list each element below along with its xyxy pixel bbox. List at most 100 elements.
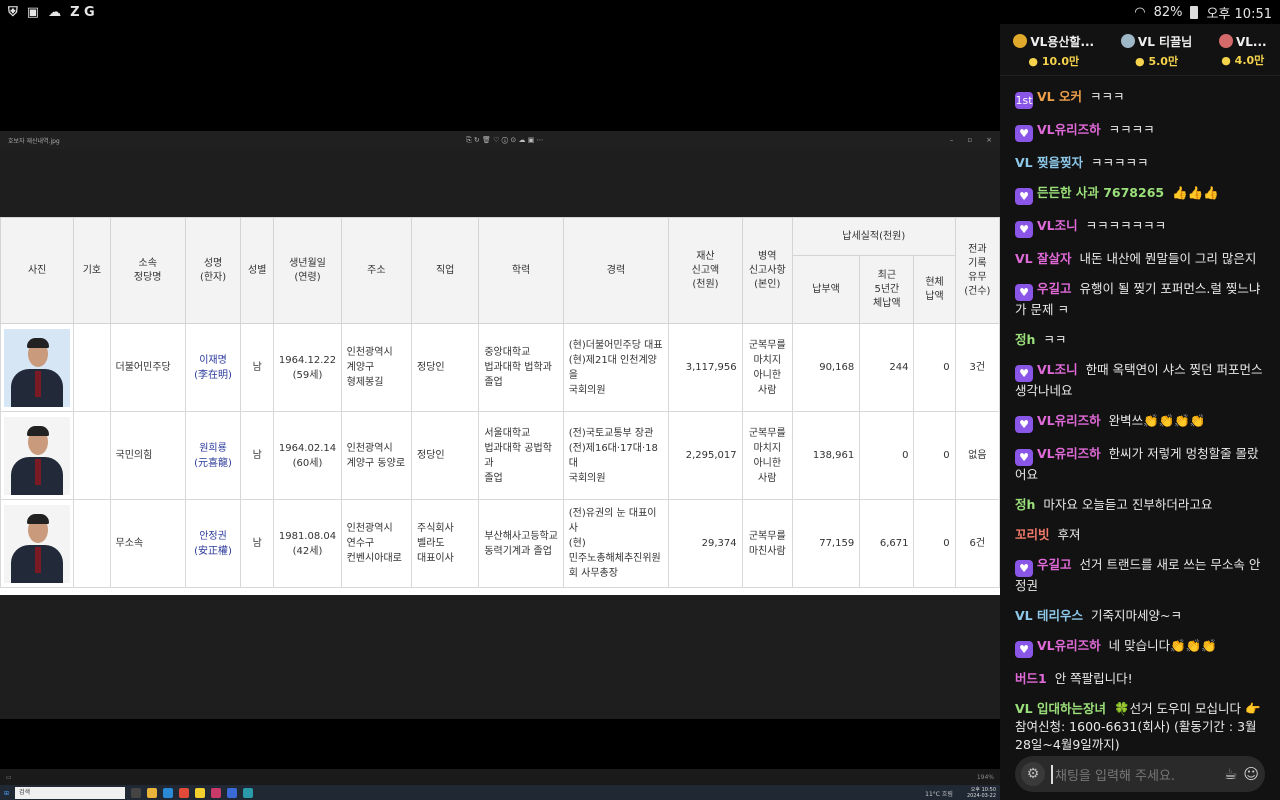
cell-job: 정당인 bbox=[410, 323, 480, 412]
chat-message: ♥ VL조니 ㅋㅋㅋㅋㅋㅋㅋ bbox=[1015, 217, 1265, 238]
chat-message: 버드1 안 쪽팔립니다! bbox=[1015, 670, 1265, 688]
maximize-icon[interactable]: ▫ bbox=[967, 136, 972, 144]
chat-username[interactable]: VL 테리우스 bbox=[1015, 608, 1083, 623]
chat-message: ♥ VL유리즈하 한씨가 저렇게 멍청할줄 몰랐어요 bbox=[1015, 445, 1265, 484]
chat-message: 정h 마자요 오늘듣고 진부하더라고요 bbox=[1015, 496, 1265, 514]
chat-input-bar: ⚙ 채팅을 입력해 주세요. ☕ ☺ bbox=[1015, 756, 1265, 792]
chat-messages: 1st VL 오커 ㅋㅋㅋ ♥ VL유리즈하 ㅋㅋㅋㅋ VL 찢을찢자 ㅋㅋㅋㅋㅋ ♥ 든든한 사… bbox=[1000, 76, 1280, 754]
chat-input[interactable]: 채팅을 입력해 주세요. bbox=[1051, 764, 1218, 784]
cell-symbol bbox=[73, 499, 111, 588]
chat-username[interactable]: VL유리즈하 bbox=[1037, 122, 1101, 137]
candidate-document: 사진 기호 소속 정당명 성명 (한자) 성별 생년월일 (연령) 주소 직업 … bbox=[0, 217, 1000, 595]
cell-symbol bbox=[73, 411, 111, 500]
chat-message: VL 입대하는장녀 🍀선거 도우미 모십니다 👉참여신청: 1600-6631(회… bbox=[1015, 700, 1265, 754]
chat-message: ♥ VL조니 한때 옥택연이 샤스 찢던 퍼포먼스 생각나네요 bbox=[1015, 361, 1265, 400]
th-job: 직업 bbox=[410, 217, 480, 324]
chat-username[interactable]: VL유리즈하 bbox=[1037, 638, 1101, 653]
th-birth: 생년월일 (연령) bbox=[273, 217, 342, 324]
cell-address: 인천광역시 계양구 형제봉길 bbox=[340, 323, 413, 412]
chat-username[interactable]: VL조니 bbox=[1037, 362, 1078, 377]
chat-message: 꼬리빗 후져 bbox=[1015, 526, 1265, 544]
window-controls[interactable]: – ▫ × bbox=[950, 136, 992, 144]
minimize-icon[interactable]: – bbox=[950, 136, 954, 144]
edge-icon[interactable] bbox=[163, 788, 174, 798]
candidate-photo-image bbox=[4, 416, 71, 495]
taskview-icon[interactable] bbox=[131, 788, 142, 798]
kakao-icon[interactable] bbox=[195, 788, 206, 798]
subscriber-badge-icon: ♥ bbox=[1015, 416, 1033, 433]
chat-username[interactable]: 정h bbox=[1015, 332, 1035, 347]
battery-icon bbox=[1190, 5, 1199, 19]
cell-birth: 1981.08.04 (42세) bbox=[273, 499, 342, 588]
th-party: 소속 정당명 bbox=[109, 217, 186, 324]
chrome-icon[interactable] bbox=[179, 788, 190, 798]
taskbar-search[interactable]: 검색 bbox=[15, 787, 126, 799]
subscriber-badge-icon: ♥ bbox=[1015, 188, 1033, 205]
donation-icon[interactable]: ☕ bbox=[1224, 765, 1237, 783]
chat-username[interactable]: 정h bbox=[1015, 497, 1035, 512]
gallery-icon: ▣ bbox=[26, 4, 40, 20]
explorer-icon[interactable] bbox=[147, 788, 158, 798]
app-icon[interactable] bbox=[211, 788, 222, 798]
chat-username[interactable]: 버드1 bbox=[1015, 671, 1047, 686]
subscriber-badge-icon: ♥ bbox=[1015, 449, 1033, 466]
stream-video[interactable]: 호보자 재산내역.jpg ⎘ ↻ 🗑 ♡ ⓘ ⊙ ☁ ▣ ⋯ – ▫ × 사진 … bbox=[0, 24, 1000, 800]
status-icons: ⛨ ▣ ☁ Z G bbox=[8, 5, 95, 20]
chat-username[interactable]: VL유리즈하 bbox=[1037, 446, 1101, 461]
cell-tax-5y: 0 bbox=[859, 411, 915, 500]
chat-text: 안 쪽팔립니다! bbox=[1054, 671, 1133, 686]
chat-username[interactable]: 우길고 bbox=[1037, 557, 1072, 572]
gear-icon[interactable]: ⚙ bbox=[1021, 762, 1045, 786]
image-viewer-window: 호보자 재산내역.jpg ⎘ ↻ 🗑 ♡ ⓘ ⊙ ☁ ▣ ⋯ – ▫ × 사진 … bbox=[0, 131, 1000, 800]
chat-username[interactable]: 우길고 bbox=[1037, 281, 1072, 296]
donor-item[interactable]: VL 티끌님 ● 5.0만 bbox=[1120, 33, 1192, 69]
emoji-icon[interactable]: ☺ bbox=[1243, 765, 1259, 783]
subscriber-badge-icon: ♥ bbox=[1015, 641, 1033, 658]
clock: 오후 10:51 bbox=[1206, 6, 1272, 22]
chat-username[interactable]: VL유리즈하 bbox=[1037, 413, 1101, 428]
cell-tax-paid: 90,168 bbox=[791, 323, 861, 412]
chat-message: ♥ VL유리즈하 네 맞습니다👏👏👏 bbox=[1015, 637, 1265, 658]
donor-name: VL... bbox=[1218, 33, 1267, 49]
viewer-toolbar[interactable]: ⎘ ↻ 🗑 ♡ ⓘ ⊙ ☁ ▣ ⋯ bbox=[466, 136, 543, 145]
windows-start-icon[interactable]: ⊞ bbox=[4, 790, 9, 797]
donor-item[interactable]: VL... ● 4.0만 bbox=[1218, 33, 1267, 68]
th-career: 경력 bbox=[562, 217, 670, 324]
cell-job: 주식회사 벨라도 대표이사 bbox=[410, 499, 480, 588]
chat-username[interactable]: 꼬리빗 bbox=[1015, 527, 1050, 542]
th-tax-group: 납세실적(천원) bbox=[791, 217, 956, 256]
candidate-table: 사진 기호 소속 정당명 성명 (한자) 성별 생년월일 (연령) 주소 직업 … bbox=[0, 217, 1000, 588]
weather-status: 11°C 흐림 bbox=[925, 790, 953, 798]
medal-icon bbox=[1218, 33, 1233, 48]
chat-username[interactable]: 든든한 사과 7678265 bbox=[1037, 185, 1164, 200]
table-row: 더불어민주당 이재명 (李在明) 남 1964.12.22 (59세) 인천광역시 계양… bbox=[0, 323, 1000, 412]
photos-icon[interactable] bbox=[227, 788, 238, 798]
cell-gender: 남 bbox=[240, 323, 275, 412]
cell-edu: 중앙대학교 법과대학 법학과 졸업 bbox=[478, 323, 564, 412]
donor-item[interactable]: VL용산할... ● 10.0만 bbox=[1013, 33, 1094, 69]
zoom-level[interactable]: 194% bbox=[977, 774, 994, 781]
chat-username[interactable]: VL 입대하는장녀 bbox=[1015, 701, 1106, 716]
chat-username[interactable]: VL 찢을찢자 bbox=[1015, 155, 1083, 170]
th-name: 성명 (한자) bbox=[184, 217, 242, 324]
app2-icon[interactable] bbox=[243, 788, 254, 798]
chat-username[interactable]: VL 오커 bbox=[1037, 89, 1082, 104]
medal-icon bbox=[1013, 33, 1028, 48]
chat-text: ㅋㅋㅋㅋㅋㅋㅋ bbox=[1085, 218, 1167, 233]
chat-text: ㅋㅋㅋ bbox=[1090, 89, 1125, 104]
donor-amount: ● 10.0만 bbox=[1028, 54, 1080, 68]
th-gender: 성별 bbox=[240, 217, 275, 324]
cell-career: (전)국토교통부 장관 (전)제16대·17대·18대 국회의원 bbox=[562, 411, 670, 500]
chat-username[interactable]: VL조니 bbox=[1037, 218, 1078, 233]
cell-tax-now: 0 bbox=[913, 323, 956, 412]
cell-job: 정당인 bbox=[410, 411, 480, 500]
close-icon[interactable]: × bbox=[986, 136, 992, 144]
chat-message: 정h ㅋㅋ bbox=[1015, 331, 1265, 349]
viewer-info-icon: ▭ bbox=[6, 773, 12, 781]
chat-username[interactable]: VL 잘살자 bbox=[1015, 251, 1072, 266]
cell-tax-now: 0 bbox=[913, 411, 956, 500]
subscriber-badge-icon: ♥ bbox=[1015, 365, 1033, 382]
cell-tax-5y: 6,671 bbox=[859, 499, 915, 588]
donor-amount: ● 4.0만 bbox=[1221, 53, 1265, 67]
candidate-photo-image bbox=[4, 328, 71, 407]
